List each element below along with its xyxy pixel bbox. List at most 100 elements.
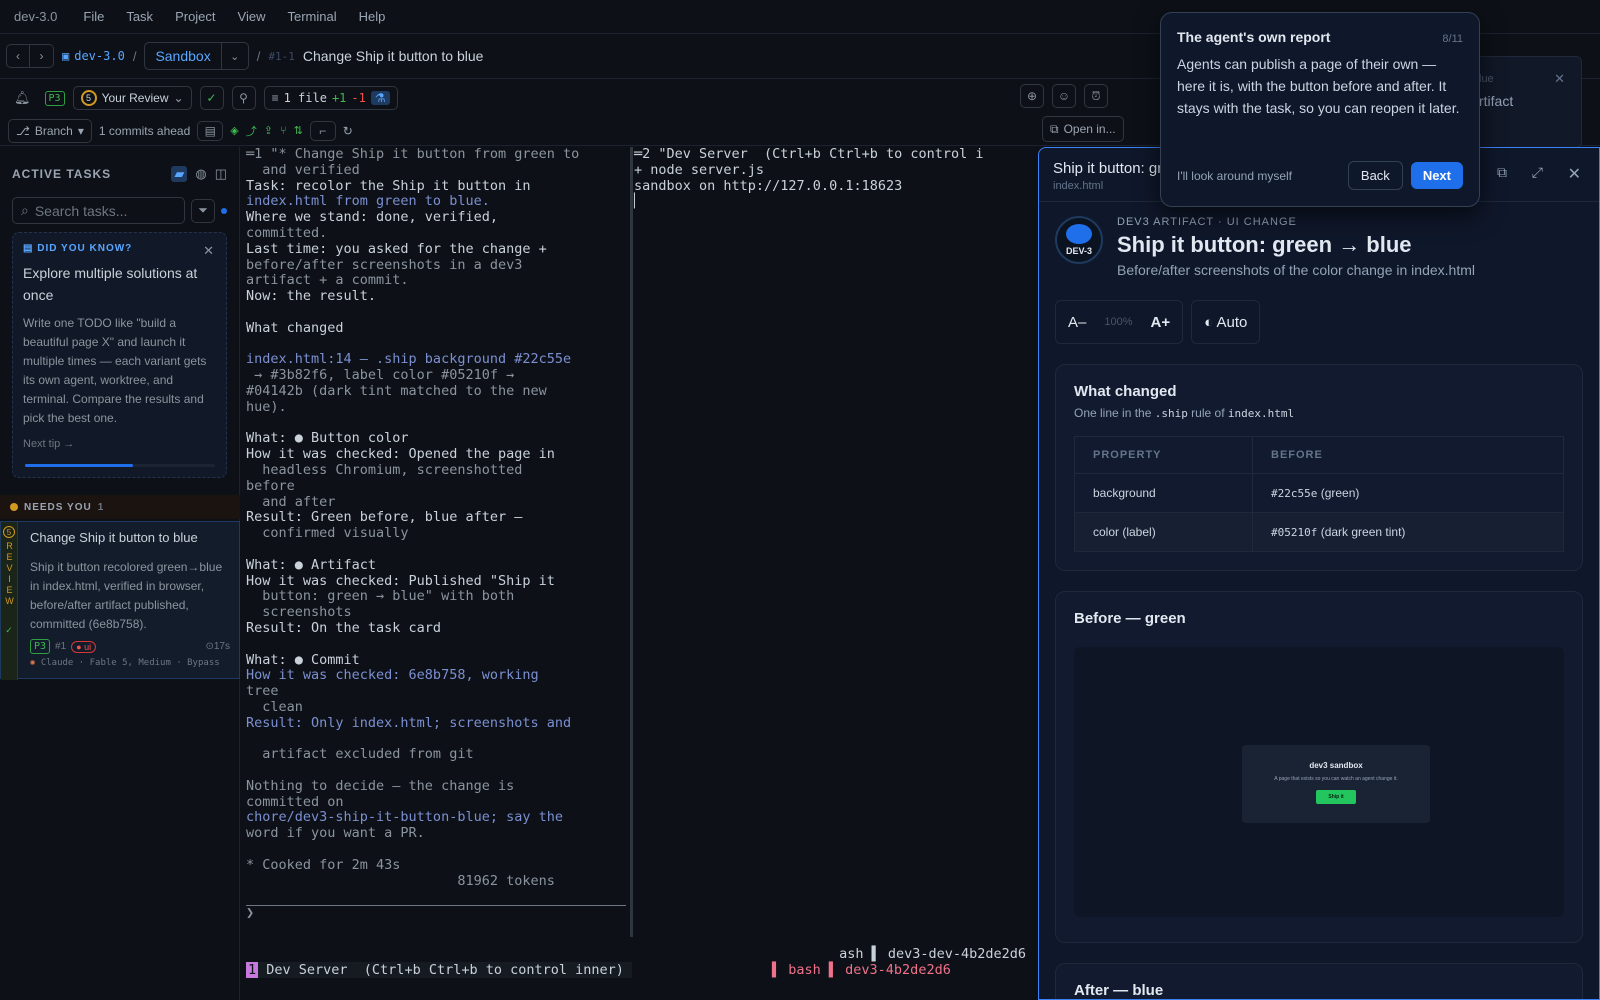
project-link[interactable]: ▣ dev-3.0 [62,49,125,63]
panel-body: DEV-3 DEV3 ARTIFACT · UI CHANGE Ship it … [1039,202,1599,999]
dev-server-terminal[interactable]: ═2 "Dev Server (Ctrl+b Ctrl+b to control… [634,146,1034,209]
menu-view[interactable]: View [238,9,266,24]
menu-file[interactable]: File [83,9,104,24]
cell-before: #22c55e (green) [1252,473,1564,513]
panel-toggle-icon[interactable]: ◫ [215,166,227,182]
push-icon[interactable]: ⇪ [264,124,273,137]
refresh-icon[interactable]: ↻ [343,124,353,138]
close-icon[interactable]: ✕ [203,243,214,259]
review-status-dropdown[interactable]: 5 Your Review ⌄ [72,86,192,110]
list-view-icon[interactable]: ▰ [171,166,188,182]
logo-text: DEV-3 [1065,246,1092,256]
branch-button-label: Branch [34,123,73,138]
app-name: dev-3.0 [14,9,58,24]
alarm-button[interactable]: ⏰︎ [1084,84,1108,108]
priority-badge[interactable]: P3 [44,90,65,106]
terminal-line: How it was checked: 6e8b758, working [246,667,539,684]
notification-toast: ✕ lue rtifact [1468,56,1582,148]
review-letters: REVIEW [4,541,15,607]
status-line-2: 1 Dev Server (Ctrl+b Ctrl+b to control i… [246,962,951,978]
zoom-icon: ⊕ [1026,89,1038,103]
zoom-out-button[interactable]: A– [1068,314,1086,331]
branch-button[interactable]: ⎇ Branch ▾ [8,118,92,143]
agent-terminal[interactable]: ═1 "* Change Ship it button from green t… [246,147,626,937]
zoom-in-button[interactable]: A+ [1151,314,1171,331]
cell-note: (green) [1320,486,1360,500]
menu-task[interactable]: Task [126,9,153,24]
expand-icon[interactable]: ⤢ [1532,164,1543,181]
task-id: #1-1 [268,49,295,63]
merge-icon[interactable]: ⑂ [280,125,287,137]
zoom-button[interactable]: ⊕ [1020,84,1044,108]
globe-icon[interactable]: ◍ [195,166,206,182]
terminal-line: How it was checked: Opened the page in [246,446,555,463]
robot-button[interactable]: ☺ [1052,84,1076,108]
filter-icon: ⏷ [198,203,208,217]
popover-step: 8/11 [1442,33,1463,45]
terminal-line: chore/dev3-ship-it-button-blue; say the [246,809,563,826]
status-dot-icon [10,503,18,511]
section-title: After — blue [1074,982,1164,999]
crumb-sep-2: / [256,48,261,64]
tmux-tab[interactable]: 1 [246,962,259,978]
dev3-logo: DEV-3 [1055,216,1103,264]
toast-line-2: rtifact [1479,93,1514,109]
pull-request-icon[interactable]: ⤴ [246,123,257,139]
menu-terminal[interactable]: Terminal [287,9,336,24]
skip-link[interactable]: I'll look around myself [1177,169,1348,183]
forward-nav-button[interactable]: › [30,44,54,68]
changes-table: PROPERTY BEFORE background #22c55e (green)… [1074,436,1564,552]
next-tip-link[interactable]: Next tip → [23,438,216,450]
terminal-line: screenshots [246,604,352,621]
zoom-controls: A– 100% A+ [1055,300,1184,344]
close-icon[interactable]: ✕ [1554,71,1565,87]
view-controls: A– 100% A+ ◐ Auto [1055,300,1583,344]
task-card-desc: Ship it button recolored green→blue in i… [30,560,223,631]
chevron-right-icon: › [39,49,44,63]
task-time: ⊙17s [205,641,230,652]
tip-card: ▤ DID YOU KNOW? ✕ Explore multiple solut… [12,232,227,478]
log-button[interactable]: ▤ [197,120,224,141]
back-button[interactable]: Back [1347,161,1403,190]
task-card[interactable]: 5 REVIEW ✓ Change Ship it button to blue… [0,521,240,680]
filter-button[interactable]: ⏷ [191,198,215,223]
rebase-icon[interactable]: ⇅ [294,124,303,137]
external-link-icon[interactable]: ⧉ [1497,164,1507,181]
theme-toggle[interactable]: ◐ Auto [1191,300,1261,344]
terminal-line: hue). [246,398,287,415]
terminal-button[interactable]: ⌐ [309,120,336,141]
claude-icon: ✺ [30,658,41,668]
back-nav-button[interactable]: ‹ [6,44,30,68]
terminal-line: Task: recolor the Ship it button in [246,177,531,194]
commit-icon[interactable]: ◈ [230,124,238,137]
next-button[interactable]: Next [1410,162,1463,189]
task-card-title: Change Ship it button to blue [30,530,198,545]
terminal-line: ═2 "Dev Server (Ctrl+b Ctrl+b to control… [634,146,984,162]
assign-button[interactable]: ⚲ [231,86,256,110]
menu-help[interactable]: Help [359,9,386,24]
col-header: PROPERTY [1074,436,1253,474]
onboarding-popover: The agent's own report 8/11 Agents can p… [1160,12,1480,207]
task-priority: P3 [30,639,51,654]
branch-selector[interactable]: Sandbox ⌄ [144,42,249,70]
crumb-sep: / [132,48,137,64]
diff-summary[interactable]: ≡ 1 file +1 -1 ⚗ [263,86,398,110]
menu-project[interactable]: Project [175,9,215,24]
cell-prop: color (label) [1074,512,1253,552]
search-input[interactable]: ⌕ Search tasks... [12,197,185,224]
pane-divider[interactable] [630,147,633,937]
tip-title: Explore multiple solutions at once [23,265,198,303]
close-icon[interactable]: ✕ [1568,164,1581,184]
sidebar-header: ACTIVE TASKS ▰ ◍ ◫ [0,147,239,189]
open-in-button[interactable]: ⧉ Open in... [1042,116,1124,142]
review-badge-icon: 5 [3,526,15,538]
approve-button[interactable]: ✓ [199,86,224,110]
list-icon: ≡ [271,91,279,105]
terminal-line: Result: On the task card [246,619,442,636]
flask-icon: ⚗ [370,91,390,105]
status-line-1: ash ▌ dev3-dev-4b2de2d6 [839,946,1026,962]
bell-icon[interactable]: 🔔︎ [14,90,31,106]
review-label: Your Review [101,91,169,105]
